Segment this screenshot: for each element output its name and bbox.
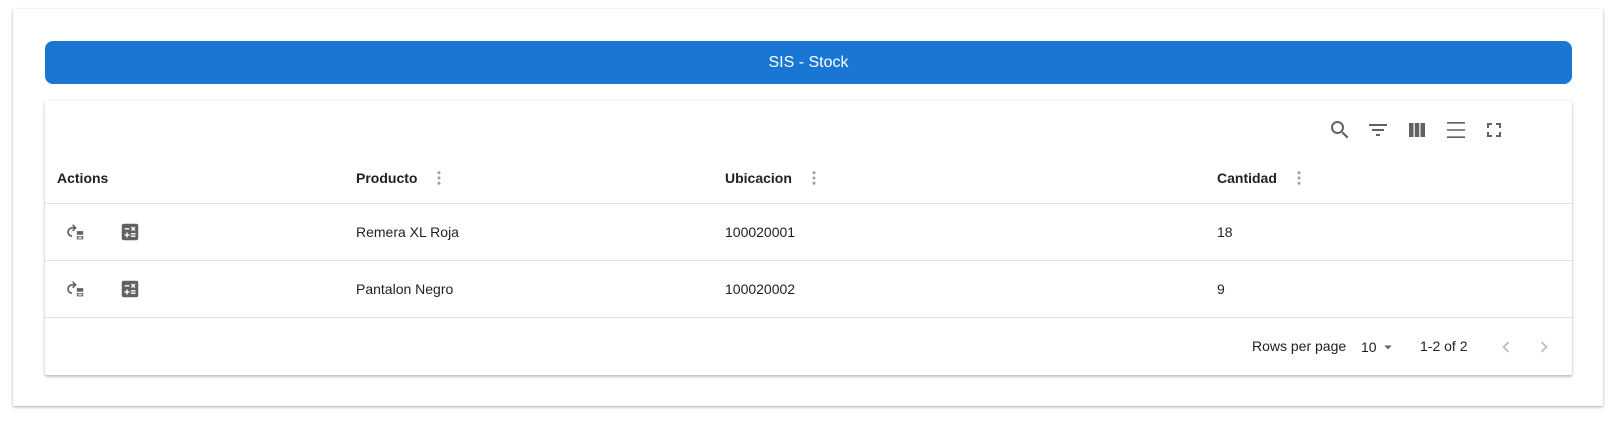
chevron-left-icon (1502, 341, 1510, 353)
column-menu-icon[interactable] (1289, 168, 1309, 188)
column-menu-icon[interactable] (429, 168, 449, 188)
rows-per-page-select[interactable]: 10 (1361, 336, 1397, 358)
next-page-button[interactable] (1532, 335, 1556, 359)
page-title: SIS - Stock (768, 53, 849, 71)
cell-producto: Remera XL Roja (356, 224, 459, 240)
table-pagination: Rows per page 10 1-2 of 2 (45, 319, 1572, 375)
table-row: Pantalon Negro 100020002 9 (45, 261, 1572, 318)
data-table: Actions Producto Ubicacion Cantidad Reme… (45, 101, 1572, 375)
density-icon[interactable] (1444, 118, 1468, 142)
cell-ubicacion: 100020002 (725, 281, 796, 297)
table-header-row: Actions Producto Ubicacion Cantidad (45, 153, 1572, 204)
calculate-icon[interactable] (118, 220, 142, 244)
pagination-range: 1-2 of 2 (1420, 338, 1468, 354)
previous-page-button[interactable] (1494, 335, 1518, 359)
transfer-icon[interactable] (63, 277, 87, 301)
chevron-right-icon (1540, 341, 1548, 353)
filter-icon[interactable] (1366, 118, 1390, 142)
column-menu-icon[interactable] (804, 168, 824, 188)
view-column-icon[interactable] (1405, 118, 1429, 142)
column-header-producto[interactable]: Producto (356, 153, 449, 203)
arrow-drop-down-icon (1383, 345, 1392, 350)
cell-ubicacion: 100020001 (725, 224, 796, 240)
transfer-icon[interactable] (63, 220, 87, 244)
column-header-ubicacion[interactable]: Ubicacion (725, 153, 824, 203)
search-icon[interactable] (1328, 118, 1352, 142)
column-header-cantidad[interactable]: Cantidad (1217, 153, 1309, 203)
column-header-actions: Actions (57, 170, 109, 186)
cell-cantidad: 18 (1217, 224, 1233, 240)
cell-producto: Pantalon Negro (356, 281, 454, 297)
table-row: Remera XL Roja 100020001 18 (45, 204, 1572, 261)
rows-per-page-value: 10 (1361, 339, 1377, 355)
calculate-icon[interactable] (118, 277, 142, 301)
fullscreen-icon[interactable] (1482, 118, 1506, 142)
cell-cantidad: 9 (1217, 281, 1225, 297)
page-title-bar: SIS - Stock (45, 41, 1572, 84)
rows-per-page-label: Rows per page (1252, 338, 1347, 354)
